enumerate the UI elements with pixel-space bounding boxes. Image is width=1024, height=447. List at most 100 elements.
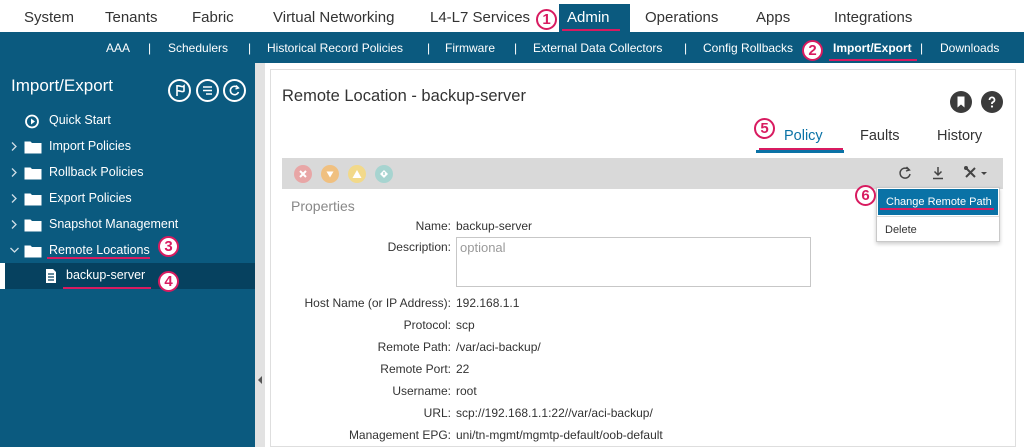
top-nav-fabric[interactable]: Fabric	[192, 9, 234, 26]
sub-nav-firmware[interactable]: Firmware	[445, 41, 495, 55]
username-label: Username:	[392, 384, 451, 398]
chevron-right-icon[interactable]	[10, 193, 18, 204]
tab-policy[interactable]: Policy	[784, 128, 823, 144]
sidebar-item-label: Snapshot Management	[49, 217, 179, 231]
chevron-right-icon[interactable]	[10, 141, 18, 152]
bookmark-button[interactable]	[950, 91, 972, 113]
download-icon[interactable]	[930, 165, 946, 181]
tab-faults[interactable]: Faults	[860, 128, 900, 144]
folder-icon	[24, 167, 42, 180]
description-placeholder: optional	[460, 240, 506, 255]
sidebar-list-button[interactable]	[196, 79, 219, 102]
help-icon	[988, 96, 996, 108]
sub-nav-downloads[interactable]: Downloads	[940, 41, 999, 55]
top-nav-admin[interactable]: Admin	[567, 9, 610, 26]
selection-indicator	[0, 263, 5, 289]
top-nav-l4-l7-services[interactable]: L4-L7 Services	[430, 9, 530, 26]
host-label: Host Name (or IP Address):	[304, 296, 452, 310]
name-label: Name:	[415, 219, 451, 233]
sidebar-item-label: Rollback Policies	[49, 165, 144, 179]
help-button[interactable]	[981, 91, 1003, 113]
sidebar-item-label: Import Policies	[49, 139, 131, 153]
remote-path-label: Remote Path:	[377, 340, 451, 354]
actions-dropdown: Change Remote Path Delete	[876, 187, 1000, 242]
remote-port-label: Remote Port:	[380, 362, 451, 376]
remote-port-value: 22	[456, 362, 470, 376]
sub-nav-separator: |	[427, 41, 431, 55]
sub-nav-external-data-collectors[interactable]: External Data Collectors	[533, 41, 662, 55]
annotation-underline-change-remote-path	[880, 208, 994, 210]
sidebar-item-quick-start[interactable]: Quick Start	[0, 108, 255, 134]
chevron-right-icon[interactable]	[10, 219, 18, 230]
chevron-right-icon[interactable]	[10, 167, 18, 178]
chevron-down-icon[interactable]	[9, 246, 20, 254]
list-icon	[203, 86, 212, 95]
sidebar-resize-handle[interactable]	[255, 63, 265, 447]
annotation-underline-policy-tab	[759, 148, 843, 150]
change-remote-path-item[interactable]: Change Remote Path	[878, 189, 998, 215]
url-value: scp://192.168.1.1:22//var/aci-backup/	[456, 406, 653, 420]
top-nav-operations[interactable]: Operations	[645, 9, 718, 26]
protocol-value: scp	[456, 318, 475, 332]
sub-nav-historical-record-policies[interactable]: Historical Record Policies	[267, 41, 403, 55]
sidebar-item-backup-server[interactable]: backup-server	[0, 263, 255, 289]
collapse-arrow-icon[interactable]	[257, 375, 263, 385]
document-icon	[46, 269, 56, 283]
toolbar	[282, 158, 1003, 189]
sub-nav-separator: |	[148, 41, 152, 55]
description-field[interactable]: optional	[456, 237, 811, 287]
refresh-icon	[229, 85, 240, 96]
warning-fault-icon[interactable]	[375, 165, 393, 183]
remote-path-value: /var/aci-backup/	[456, 340, 541, 354]
top-nav-integrations[interactable]: Integrations	[834, 9, 912, 26]
top-nav-apps[interactable]: Apps	[756, 9, 790, 26]
sidebar-item-label: Remote Locations	[49, 243, 150, 257]
username-value: root	[456, 384, 477, 398]
host-value: 192.168.1.1	[456, 296, 520, 310]
bookmark-icon	[957, 96, 965, 108]
sub-nav-schedulers[interactable]: Schedulers	[168, 41, 228, 55]
annotation-2: 2	[802, 40, 823, 61]
sub-nav-aaa[interactable]: AAA	[106, 41, 130, 55]
play-circle-icon	[25, 114, 39, 129]
folder-icon	[24, 245, 42, 258]
delete-item[interactable]: Delete	[885, 224, 917, 236]
critical-fault-icon[interactable]	[294, 165, 312, 183]
mgmt-epg-label: Management EPG:	[348, 428, 451, 442]
sidebar-title: Import/Export	[11, 76, 114, 95]
folder-icon	[24, 193, 42, 206]
protocol-label: Protocol:	[403, 318, 451, 332]
sub-nav-separator: |	[514, 41, 518, 55]
refresh-icon[interactable]	[897, 165, 913, 181]
sidebar-item-remote-locations[interactable]: Remote Locations	[0, 238, 255, 264]
sidebar-item-snapshot-management[interactable]: Snapshot Management	[0, 212, 255, 238]
name-value: backup-server	[456, 219, 533, 233]
properties-heading: Properties	[291, 198, 355, 214]
annotation-5: 5	[754, 118, 775, 139]
sidebar-item-label: Export Policies	[49, 191, 132, 205]
sub-nav-separator: |	[920, 41, 924, 55]
sidebar-flag-button[interactable]	[168, 79, 191, 102]
sidebar-item-import-policies[interactable]: Import Policies	[0, 134, 255, 160]
dropdown-divider	[877, 216, 999, 217]
top-nav-virtual-networking[interactable]: Virtual Networking	[273, 9, 394, 26]
sidebar-refresh-button[interactable]	[223, 79, 246, 102]
sidebar-item-rollback-policies[interactable]: Rollback Policies	[0, 160, 255, 186]
top-nav-tenants[interactable]: Tenants	[105, 9, 158, 26]
sub-nav-config-rollbacks[interactable]: Config Rollbacks	[703, 41, 793, 55]
tools-icon[interactable]	[963, 165, 991, 181]
tab-history[interactable]: History	[937, 128, 982, 144]
folder-icon	[24, 141, 42, 154]
top-nav: System Tenants Fabric Virtual Networking…	[0, 0, 1024, 32]
top-nav-system[interactable]: System	[24, 9, 74, 26]
annotation-1: 1	[536, 9, 557, 30]
sidebar-item-export-policies[interactable]: Export Policies	[0, 186, 255, 212]
minor-fault-icon[interactable]	[348, 165, 366, 183]
annotation-3: 3	[158, 236, 179, 257]
annotation-4: 4	[158, 271, 179, 292]
sub-nav-import-export[interactable]: Import/Export	[833, 41, 912, 55]
annotation-underline-backup-server	[63, 287, 151, 289]
sidebar: Import/Export Quick Start Import Policie…	[0, 63, 255, 447]
mgmt-epg-value: uni/tn-mgmt/mgmtp-default/oob-default	[456, 428, 663, 442]
major-fault-icon[interactable]	[321, 165, 339, 183]
